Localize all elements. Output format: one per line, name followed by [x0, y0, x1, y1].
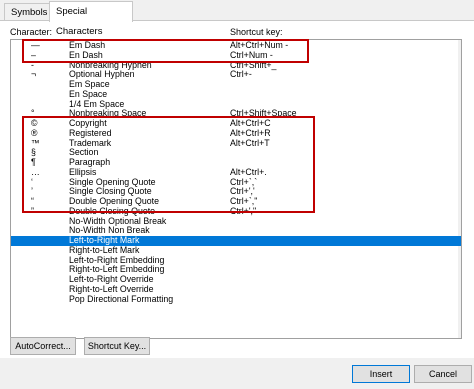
special-characters-list[interactable]: — Em Dash Alt+Ctrl+Num - – En Dash Ctrl+Num -…	[10, 39, 462, 339]
character-glyph: –	[31, 49, 36, 60]
character-glyph: ‘	[31, 176, 33, 187]
character-glyph: ’	[31, 186, 33, 197]
character-glyph: …	[31, 166, 40, 177]
shortcut-key-button[interactable]: Shortcut Key...	[84, 337, 150, 355]
shortcut-key: Ctrl+',"	[230, 205, 257, 216]
insert-button[interactable]: Insert	[352, 365, 410, 383]
tab-symbols[interactable]: Symbols	[4, 3, 50, 20]
autocorrect-button[interactable]: AutoCorrect...	[10, 337, 76, 355]
shortcut-key: Alt+Ctrl+T	[230, 137, 270, 148]
cancel-button[interactable]: Cancel	[414, 365, 472, 383]
character-glyph: ”	[31, 205, 34, 216]
list-item[interactable]: Pop Directional Formatting	[11, 293, 461, 305]
character-glyph: “	[31, 196, 34, 206]
character-glyph: ¬	[31, 69, 37, 80]
tab-bar: Symbols Special Characters	[0, 0, 474, 37]
shortcut-column-header: Shortcut key:	[230, 27, 283, 37]
tab-special-characters[interactable]: Special Characters	[49, 1, 133, 37]
shortcut-key: Ctrl+-	[230, 69, 252, 80]
character-column-header: Character:	[10, 27, 53, 37]
character-name: Pop Directional Formatting	[69, 293, 174, 304]
